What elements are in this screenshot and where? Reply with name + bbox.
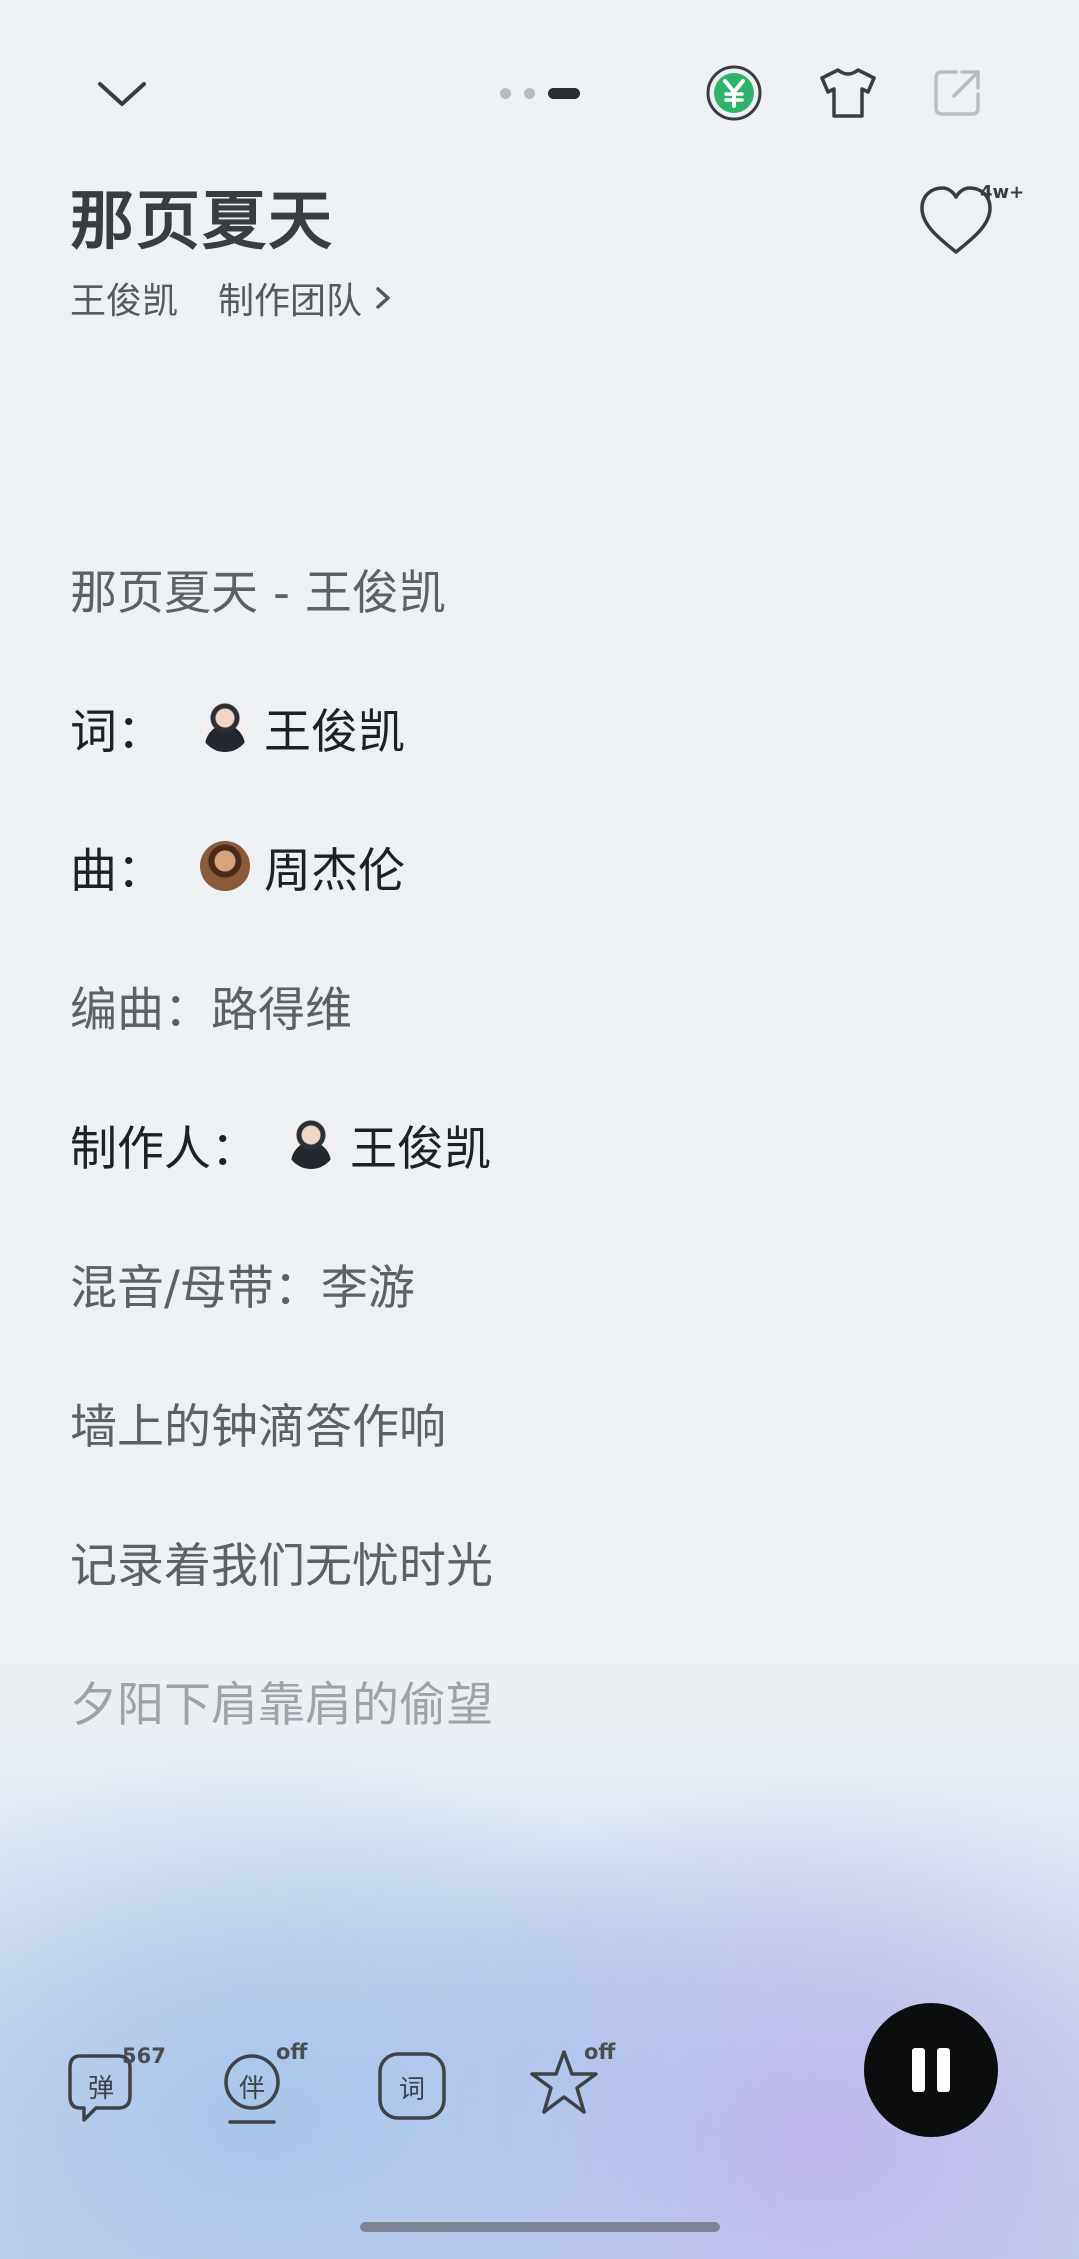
production-team-link[interactable]: 制作团队 — [218, 272, 396, 324]
tshirt-icon[interactable] — [816, 64, 880, 122]
accompaniment-glyph: 伴 — [239, 2074, 266, 2104]
lyric-line[interactable]: 夕阳下肩靠肩的偷望 — [70, 1668, 493, 1733]
lyric-line[interactable]: 记录着我们无忧时光 — [70, 1529, 493, 1594]
home-indicator[interactable] — [360, 2222, 720, 2232]
credit-name[interactable]: 周杰伦 — [264, 832, 405, 901]
lyric-credit-composer[interactable]: 曲： 周杰伦 — [70, 832, 405, 901]
accompaniment-toggle[interactable]: 伴 off — [220, 2040, 320, 2130]
production-team-label: 制作团队 — [218, 281, 363, 322]
lyric-text: 墙上的钟滴答作响 — [70, 1399, 446, 1455]
sound-effect-state: off — [584, 2040, 616, 2064]
page-dot — [500, 88, 511, 99]
pause-icon — [912, 2048, 925, 2092]
yen-coin-icon[interactable] — [705, 64, 763, 122]
credit-label: 制作人： — [70, 1121, 258, 1177]
lyric-text: 编曲：路得维 — [70, 982, 352, 1038]
page-dot — [524, 88, 535, 99]
accompaniment-state: off — [276, 2040, 308, 2064]
lyric-line[interactable]: 那页夏天 - 王俊凯 — [70, 556, 446, 621]
lyric-text: 记录着我们无忧时光 — [70, 1538, 493, 1594]
credit-name[interactable]: 王俊凯 — [264, 693, 405, 762]
page-indicator[interactable] — [500, 84, 580, 100]
artist-name[interactable]: 王俊凯 — [70, 272, 178, 324]
credit-name[interactable]: 王俊凯 — [350, 1110, 491, 1179]
danmaku-count: 567 — [122, 2044, 166, 2068]
lyrics-options-button[interactable]: 词 — [376, 2040, 476, 2130]
pause-button[interactable] — [864, 2003, 998, 2137]
song-subtitle: 王俊凯 制作团队 — [70, 272, 396, 324]
lyric-line[interactable]: 混音/母带：李游 — [70, 1251, 415, 1316]
danmaku-glyph: 弹 — [88, 2074, 115, 2104]
avatar[interactable] — [286, 1119, 336, 1169]
share-icon[interactable] — [928, 64, 986, 122]
lyric-text: 夕阳下肩靠肩的偷望 — [70, 1677, 493, 1733]
avatar[interactable] — [200, 702, 250, 752]
lyric-credit-lyricist[interactable]: 词： 王俊凯 — [70, 693, 405, 762]
player-toolbar: 弹 567 伴 off 词 off — [60, 2040, 640, 2130]
lyric-line[interactable]: 墙上的钟滴答作响 — [70, 1390, 446, 1455]
lyric-line[interactable]: 编曲：路得维 — [70, 973, 352, 1038]
avatar[interactable] — [200, 841, 250, 891]
page-dot-active — [548, 88, 580, 99]
danmaku-button[interactable]: 弹 567 — [60, 2040, 166, 2130]
like-count: 4w+ — [980, 182, 1025, 203]
credit-label: 词： — [70, 704, 164, 760]
pause-icon — [937, 2048, 950, 2092]
lyrics-glyph: 词 — [399, 2075, 426, 2105]
lyric-credit-producer[interactable]: 制作人： 王俊凯 — [70, 1110, 491, 1179]
chevron-down-icon[interactable] — [92, 70, 152, 118]
chevron-right-icon — [376, 287, 390, 309]
lyric-text: 混音/母带：李游 — [70, 1260, 415, 1316]
sound-effect-toggle[interactable]: off — [530, 2040, 630, 2130]
lyric-text: 那页夏天 - 王俊凯 — [70, 565, 446, 621]
song-title: 那页夏天 — [70, 185, 334, 259]
credit-label: 曲： — [70, 843, 164, 899]
